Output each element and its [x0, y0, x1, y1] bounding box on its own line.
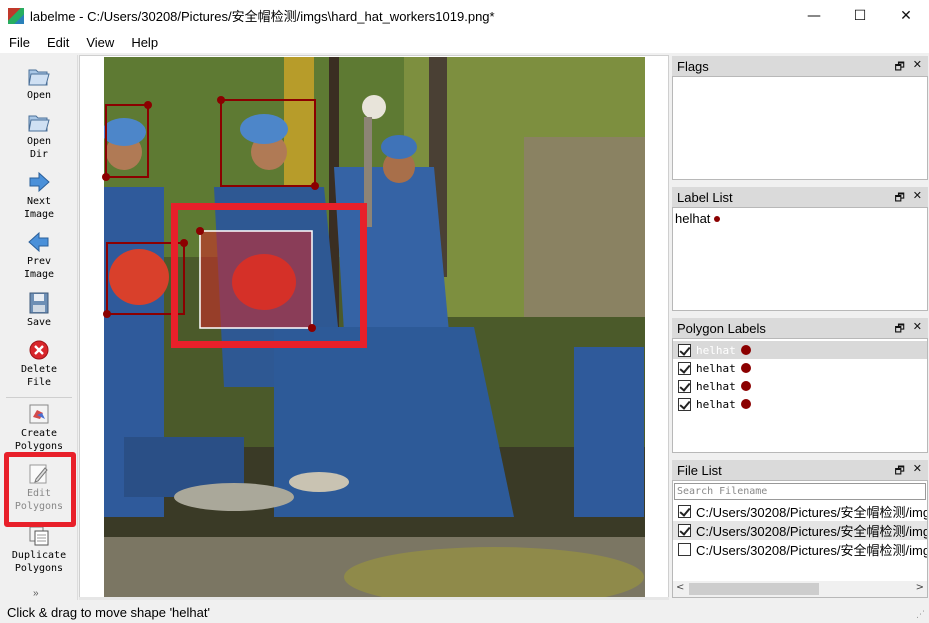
polygon-visible-checkbox[interactable] — [678, 361, 691, 375]
polygon-label-row[interactable]: helhat — [673, 377, 927, 395]
file-list-panel: Search Filename C:/Users/30208/Pictures/… — [672, 480, 928, 598]
polygon-visible-checkbox[interactable] — [678, 343, 691, 357]
polygon-label-row[interactable]: helhat — [673, 359, 927, 377]
flags-dock-header: Flags 🗗 ✕ — [672, 56, 928, 76]
polygon-label-text: helhat — [696, 343, 736, 357]
polygon-labels-dock: Polygon Labels 🗗 ✕ helhat helhat helhat h… — [672, 318, 928, 453]
polygon-label-text: helhat — [696, 397, 736, 411]
vertex-handle[interactable] — [103, 310, 111, 318]
vertex-handle[interactable] — [311, 182, 319, 190]
label-color-dot-icon — [740, 345, 751, 355]
vertex-handle[interactable] — [217, 96, 225, 104]
dock-float-icon[interactable]: 🗗 — [894, 58, 904, 77]
label-color-dot-icon — [714, 215, 721, 222]
file-list-horizontal-scrollbar[interactable]: < > — [673, 581, 927, 597]
status-text: Click & drag to move shape 'helhat' — [7, 604, 210, 620]
label-color-dot-icon — [740, 381, 751, 391]
file-done-checkbox[interactable] — [678, 524, 691, 537]
label-color-dot-icon — [740, 399, 751, 409]
status-bar: Click & drag to move shape 'helhat' ⋰ — [0, 601, 929, 623]
file-list-dock: File List 🗗 ✕ Search Filename C:/Users/30… — [672, 460, 928, 598]
highlight-annotation-box — [171, 203, 367, 348]
polygon-label-text: helhat — [696, 361, 736, 375]
annotation-box[interactable] — [220, 99, 316, 187]
dock-float-icon[interactable]: 🗗 — [894, 320, 904, 339]
file-list-header: File List 🗗 ✕ — [672, 460, 928, 480]
label-color-dot-icon — [740, 363, 751, 373]
label-list[interactable]: helhat — [672, 207, 928, 311]
file-path: C:/Users/30208/Pictures/安全帽检测/img — [696, 505, 928, 520]
polygon-label-row[interactable]: helhat — [673, 395, 927, 413]
polygon-labels-title: Polygon Labels — [677, 320, 766, 336]
polygon-labels-list[interactable]: helhat helhat helhat helhat — [672, 338, 928, 453]
search-filename-input[interactable]: Search Filename — [674, 483, 926, 500]
dock-close-icon[interactable]: ✕ — [913, 320, 922, 339]
scrollbar-thumb[interactable] — [689, 583, 819, 595]
scroll-right-icon[interactable]: > — [916, 582, 924, 593]
vertex-handle[interactable] — [102, 173, 110, 181]
annotation-box[interactable] — [105, 104, 149, 178]
file-path: C:/Users/30208/Pictures/安全帽检测/img — [696, 524, 928, 539]
label-list-dock: Label List 🗗 ✕ helhat — [672, 187, 928, 312]
file-path: C:/Users/30208/Pictures/安全帽检测/img — [696, 543, 928, 558]
label-list-item-text: helhat — [675, 211, 711, 226]
dock-close-icon[interactable]: ✕ — [913, 58, 922, 77]
polygon-visible-checkbox[interactable] — [678, 397, 691, 411]
file-list-item[interactable]: C:/Users/30208/Pictures/安全帽检测/img — [673, 502, 927, 521]
flags-dock: Flags 🗗 ✕ — [672, 56, 928, 181]
polygon-labels-header: Polygon Labels 🗗 ✕ — [672, 318, 928, 338]
polygon-label-row[interactable]: helhat — [673, 341, 927, 359]
flags-title: Flags — [677, 58, 709, 74]
label-list-item[interactable]: helhat — [673, 208, 927, 229]
scroll-left-icon[interactable]: < — [676, 582, 684, 593]
file-list-title: File List — [677, 462, 722, 478]
dock-close-icon[interactable]: ✕ — [913, 462, 922, 481]
flags-list[interactable] — [672, 76, 928, 180]
label-list-title: Label List — [677, 189, 733, 205]
vertex-handle[interactable] — [144, 101, 152, 109]
file-list-item[interactable]: C:/Users/30208/Pictures/安全帽检测/img — [673, 540, 927, 559]
canvas-bottom-edge — [79, 597, 669, 600]
file-done-checkbox[interactable] — [678, 543, 691, 556]
label-list-header: Label List 🗗 ✕ — [672, 187, 928, 207]
dock-close-icon[interactable]: ✕ — [913, 189, 922, 208]
dock-float-icon[interactable]: 🗗 — [894, 189, 904, 208]
polygon-label-text: helhat — [696, 379, 736, 393]
dock-float-icon[interactable]: 🗗 — [894, 462, 904, 481]
resize-grip-icon[interactable]: ⋰ — [916, 609, 925, 620]
file-list-item[interactable]: C:/Users/30208/Pictures/安全帽检测/img — [673, 521, 927, 540]
polygon-visible-checkbox[interactable] — [678, 379, 691, 393]
file-done-checkbox[interactable] — [678, 505, 691, 518]
